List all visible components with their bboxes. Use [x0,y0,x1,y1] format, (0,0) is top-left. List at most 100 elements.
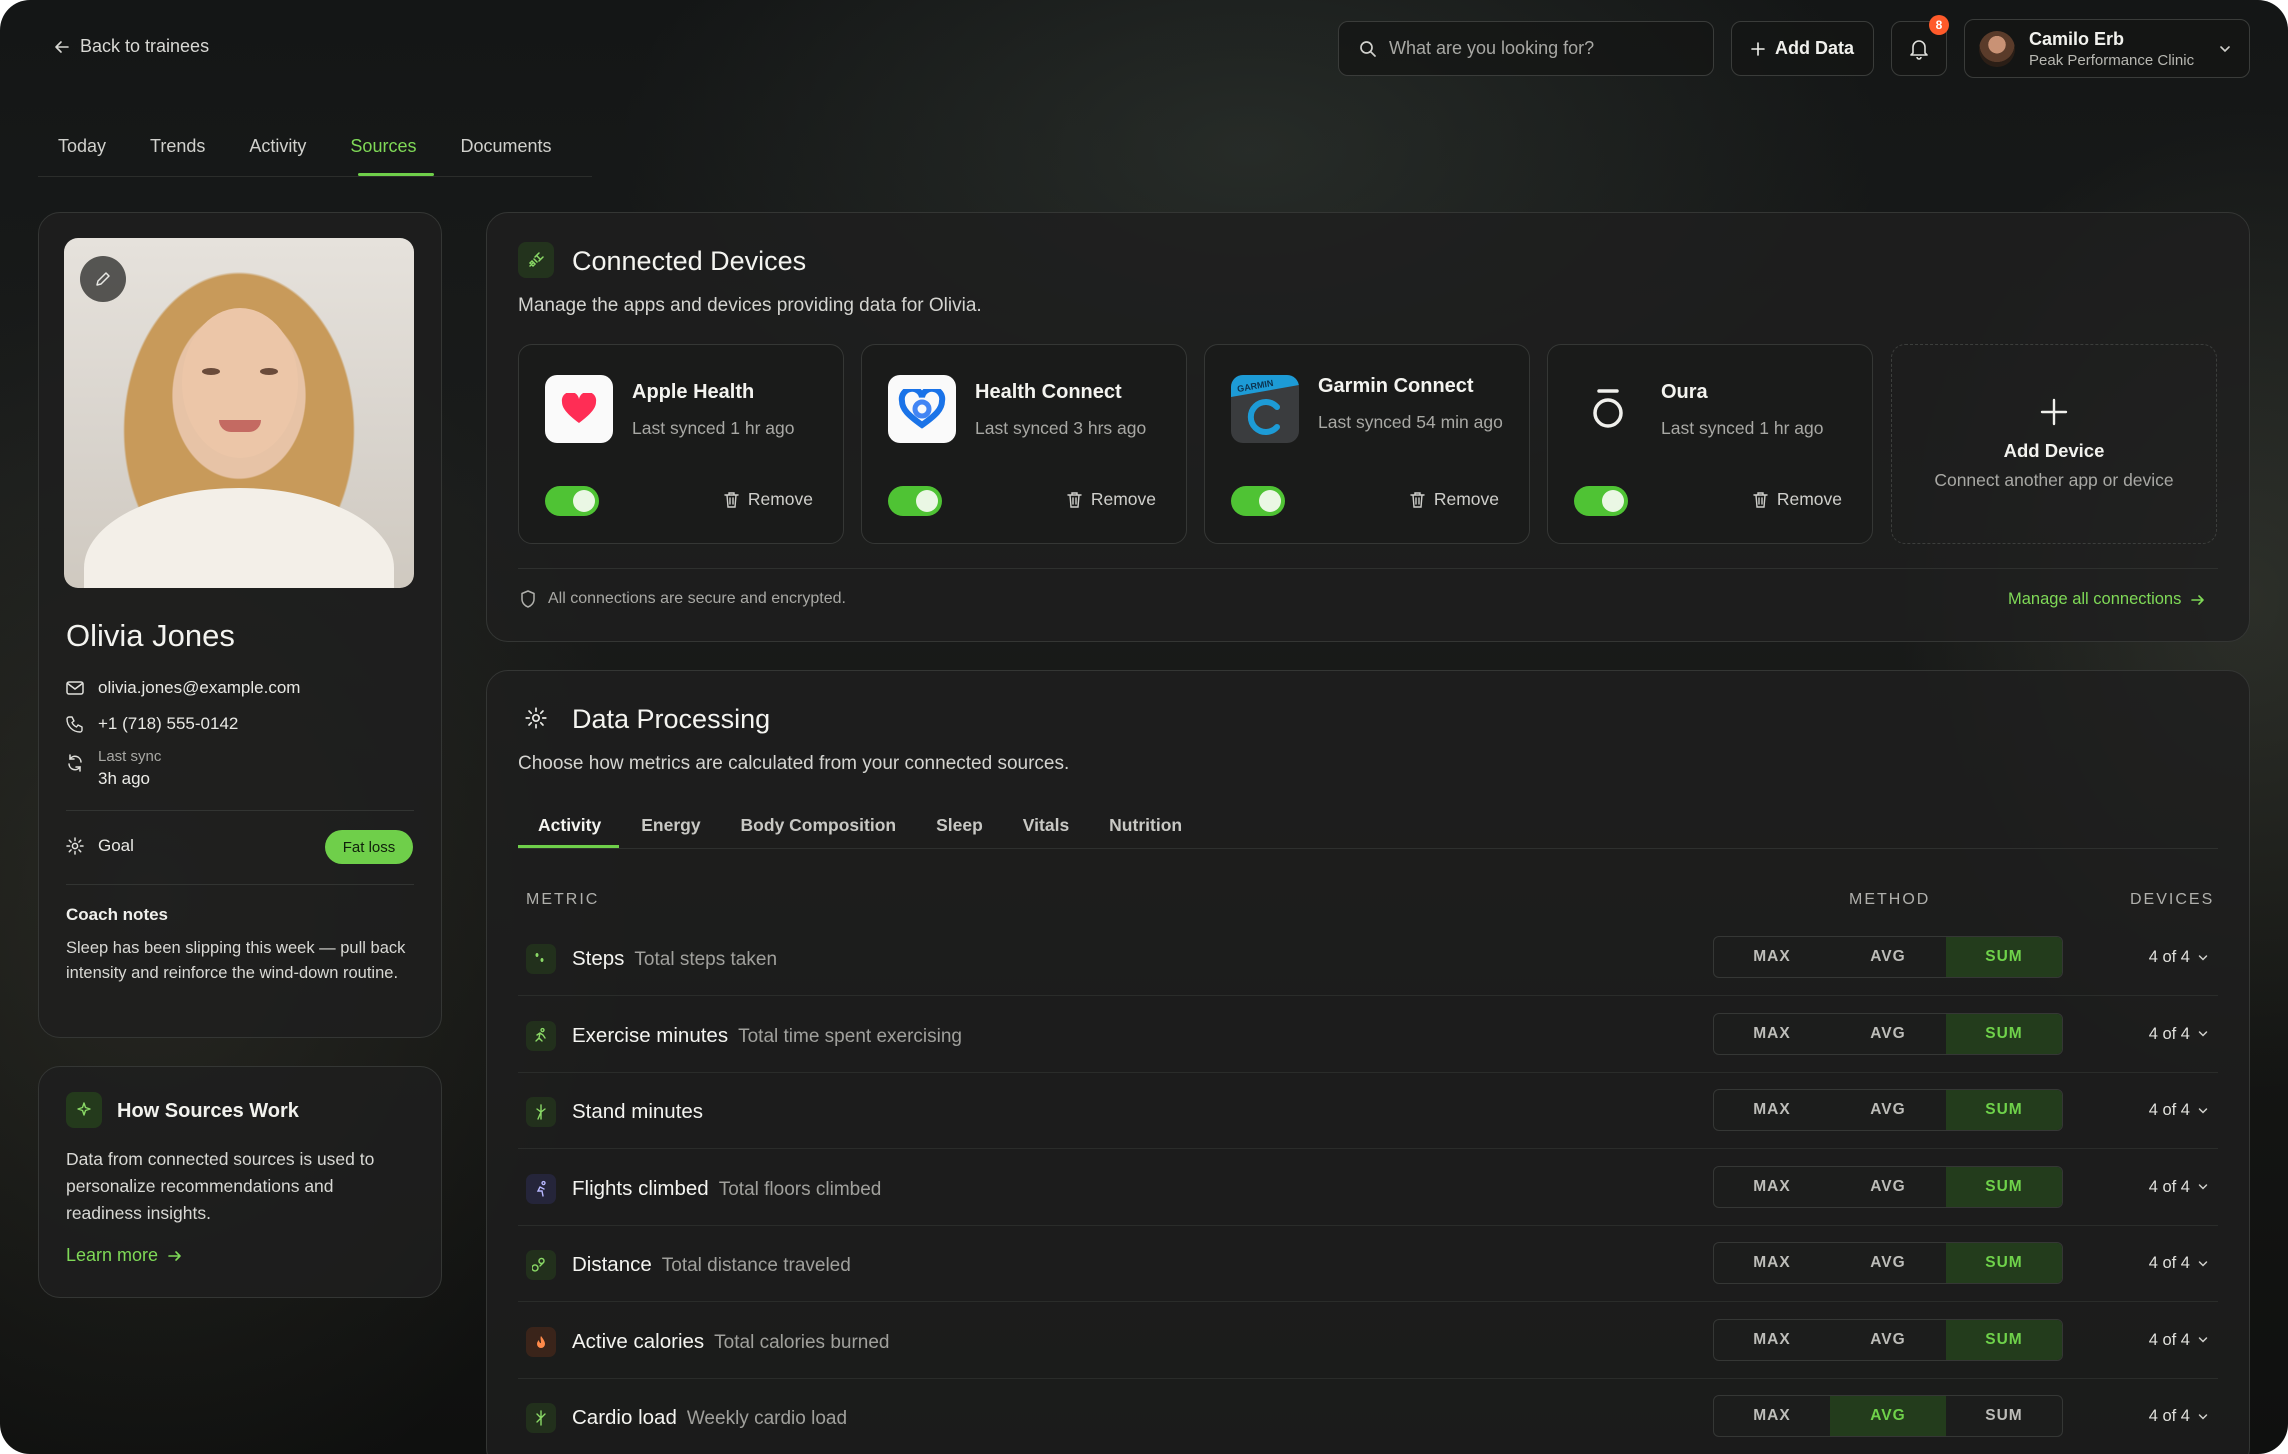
garmin-logo-icon: GARMIN [1231,375,1299,443]
device-toggle[interactable] [545,486,599,516]
method-max-button[interactable]: MAX [1714,1396,1830,1436]
chevron-down-icon [2198,1184,2208,1190]
devices-divider [518,568,2218,569]
device-sync-status: Last synced 3 hrs ago [975,418,1147,438]
device-card-apple-health: Apple Health Last synced 1 hr ago Remove [518,344,844,544]
search-input[interactable] [1389,38,1689,59]
arrow-left-icon [55,40,69,53]
method-avg-button[interactable]: AVG [1830,1243,1946,1283]
chevron-down-icon [2198,1107,2208,1114]
tab-activity[interactable]: Activity [518,815,621,836]
gear-icon [518,700,554,736]
devices-dropdown[interactable]: 4 of 4 [2149,948,2208,967]
refresh-icon [68,754,82,772]
metric-name: Steps Total steps taken [572,947,778,970]
stairs-icon [526,1173,556,1204]
table-row: Distance Total distance traveled MAX AVG SUM… [518,1226,2218,1302]
manage-connections-link[interactable]: Manage all connections [2008,590,2205,609]
add-data-button[interactable]: Add Data [1731,21,1874,76]
tab-nutrition[interactable]: Nutrition [1089,815,1202,836]
method-avg-button[interactable]: AVG [1830,1090,1946,1130]
learn-more-link[interactable]: Learn more [66,1245,182,1266]
method-max-button[interactable]: MAX [1714,1320,1830,1360]
column-devices: DEVICES [2130,891,2215,908]
device-toggle[interactable] [1574,486,1628,516]
add-device-title: Add Device [2003,439,2105,461]
method-sum-button[interactable]: SUM [1946,937,2062,977]
tab-body-composition[interactable]: Body Composition [721,815,917,836]
method-avg-button[interactable]: AVG [1830,1167,1946,1207]
devices-dropdown[interactable]: 4 of 4 [2149,1407,2208,1426]
metric-description: Weekly cardio load [686,1408,848,1429]
method-sum-button[interactable]: SUM [1946,1396,2062,1436]
metric-name: Exercise minutes Total time spent exercis… [572,1023,962,1047]
method-max-button[interactable]: MAX [1714,1167,1830,1207]
column-metric: METRIC [526,891,600,908]
devices-dropdown[interactable]: 4 of 4 [2149,1178,2208,1197]
metric-description: Total calories burned [714,1331,890,1353]
method-sum-button[interactable]: SUM [1946,1319,2062,1360]
bell-icon [1910,39,1928,60]
plus-icon [1751,41,1765,56]
data-processing-title: Data Processing [572,704,771,734]
metric-name: Flights climbed Total floors climbed [572,1176,882,1200]
remove-device-button[interactable]: Remove [1410,489,1499,510]
devices-dropdown[interactable]: 4 of 4 [2149,1331,2208,1350]
device-toggle[interactable] [1231,486,1285,516]
arrow-right-icon [2191,594,2205,605]
method-avg-button[interactable]: AVG [1830,1320,1946,1360]
devices-dropdown[interactable]: 4 of 4 [2149,1254,2208,1273]
tab-energy[interactable]: Energy [621,815,720,836]
method-max-button[interactable]: MAX [1714,1090,1830,1130]
tab-sleep[interactable]: Sleep [916,815,1003,836]
goal-badge: Fat loss [325,830,413,864]
method-sum-button[interactable]: SUM [1946,1166,2062,1207]
notification-badge: 8 [1929,15,1949,35]
gear-icon [66,837,84,855]
method-max-button[interactable]: MAX [1714,937,1830,977]
trash-icon [1753,492,1768,508]
remove-device-button[interactable]: Remove [1067,489,1156,510]
tab-today[interactable]: Today [58,136,150,157]
method-sum-button[interactable]: SUM [1946,1090,2062,1130]
tab-trends[interactable]: Trends [150,136,249,157]
remove-device-button[interactable]: Remove [1753,489,1842,510]
devices-dropdown[interactable]: 4 of 4 [2149,1101,2208,1120]
method-avg-button[interactable]: AVG [1830,937,1946,977]
method-max-button[interactable]: MAX [1714,1014,1830,1054]
profile-phone[interactable]: +1 (718) 555-0142 [66,714,238,734]
device-card-oura: Oura Last synced 1 hr ago Remove [1547,344,1873,544]
device-name: Garmin Connect [1318,375,1474,397]
secure-note: All connections are secure and encrypted… [520,590,846,608]
tab-activity[interactable]: Activity [249,136,350,157]
devices-dropdown[interactable]: 4 of 4 [2149,1025,2208,1044]
metric-name: Stand minutes [572,1100,704,1123]
method-avg-button[interactable]: AVG [1830,1014,1946,1054]
trash-icon [724,492,739,508]
device-toggle[interactable] [888,486,942,516]
device-sync-status: Last synced 1 hr ago [632,418,795,438]
trash-icon [1410,492,1425,508]
user-clinic: Peak Performance Clinic [2029,51,2195,69]
profile-email[interactable]: olivia.jones@example.com [66,678,300,698]
edit-photo-button[interactable] [80,256,126,302]
pencil-icon [96,272,110,286]
tab-documents[interactable]: Documents [460,136,595,157]
tab-vitals[interactable]: Vitals [1003,815,1089,836]
add-device-card[interactable]: Add Device Connect another app or device [1891,344,2217,544]
chevron-down-icon [2198,1337,2208,1343]
active-tab-indicator [358,173,434,176]
method-avg-button[interactable]: AVG [1830,1396,1946,1436]
remove-device-button[interactable]: Remove [724,489,813,510]
user-menu[interactable]: Camilo Erb Peak Performance Clinic [1964,19,2250,78]
back-to-trainees-link[interactable]: Back to trainees [54,36,209,57]
table-row: Steps Total steps taken MAX AVG SUM 4 of 4 [518,920,2218,996]
method-sum-button[interactable]: SUM [1946,1243,2062,1283]
learn-more-label: Learn more [66,1245,159,1265]
metric-description: Total floors climbed [718,1178,882,1200]
data-processing-subtitle: Choose how metrics are calculated from y… [518,753,1070,774]
search-box[interactable] [1338,21,1714,76]
tab-sources[interactable]: Sources [350,136,460,157]
method-sum-button[interactable]: SUM [1946,1013,2062,1054]
method-max-button[interactable]: MAX [1714,1243,1830,1283]
